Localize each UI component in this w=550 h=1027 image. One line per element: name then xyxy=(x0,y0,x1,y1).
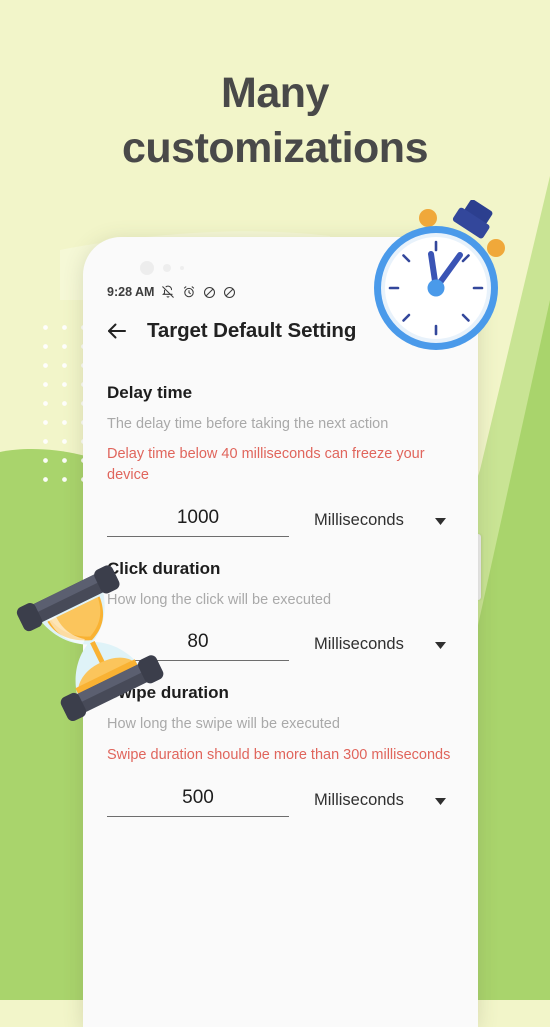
back-arrow-icon[interactable] xyxy=(105,319,129,343)
setting-warning: Delay time below 40 milliseconds can fre… xyxy=(107,446,425,483)
setting-field-row: 500 Milliseconds xyxy=(107,787,460,818)
alarm-clock-icon xyxy=(182,285,196,299)
proximity-sensor-icon xyxy=(163,264,171,272)
unit-label: Milliseconds xyxy=(314,791,404,810)
do-not-disturb-icon xyxy=(223,286,236,299)
unit-label: Milliseconds xyxy=(314,511,404,530)
front-camera-icon xyxy=(140,261,154,275)
setting-section-delay-time: Delay time The delay time before taking … xyxy=(107,383,460,538)
swipe-duration-input[interactable]: 500 xyxy=(107,787,289,818)
setting-description: The delay time before taking the next ac… xyxy=(107,416,389,432)
delay-time-unit-dropdown[interactable]: Milliseconds xyxy=(314,511,460,537)
chevron-down-icon xyxy=(435,636,446,654)
chevron-down-icon xyxy=(435,792,446,810)
delay-time-input[interactable]: 1000 xyxy=(107,507,289,538)
bell-off-icon xyxy=(161,285,175,299)
headline-line-2: customizations xyxy=(122,124,429,173)
app-bar-title: Target Default Setting xyxy=(147,319,357,342)
page-title: Many customizations xyxy=(0,66,550,176)
light-sensor-icon xyxy=(180,266,184,270)
setting-field-row: 1000 Milliseconds xyxy=(107,507,460,538)
headline-line-1: Many xyxy=(221,69,329,117)
do-not-disturb-icon xyxy=(203,286,216,299)
setting-title: Delay time xyxy=(107,383,193,402)
chevron-down-icon xyxy=(435,512,446,530)
click-duration-unit-dropdown[interactable]: Milliseconds xyxy=(314,635,460,661)
status-bar-time: 9:28 AM xyxy=(107,285,155,299)
status-bar: 9:28 AM xyxy=(107,285,236,299)
swipe-duration-unit-dropdown[interactable]: Milliseconds xyxy=(314,791,460,817)
stopwatch-illustration xyxy=(360,199,520,360)
hourglass-illustration xyxy=(14,565,169,725)
setting-warning: Swipe duration should be more than 300 m… xyxy=(107,746,451,763)
unit-label: Milliseconds xyxy=(314,635,404,654)
